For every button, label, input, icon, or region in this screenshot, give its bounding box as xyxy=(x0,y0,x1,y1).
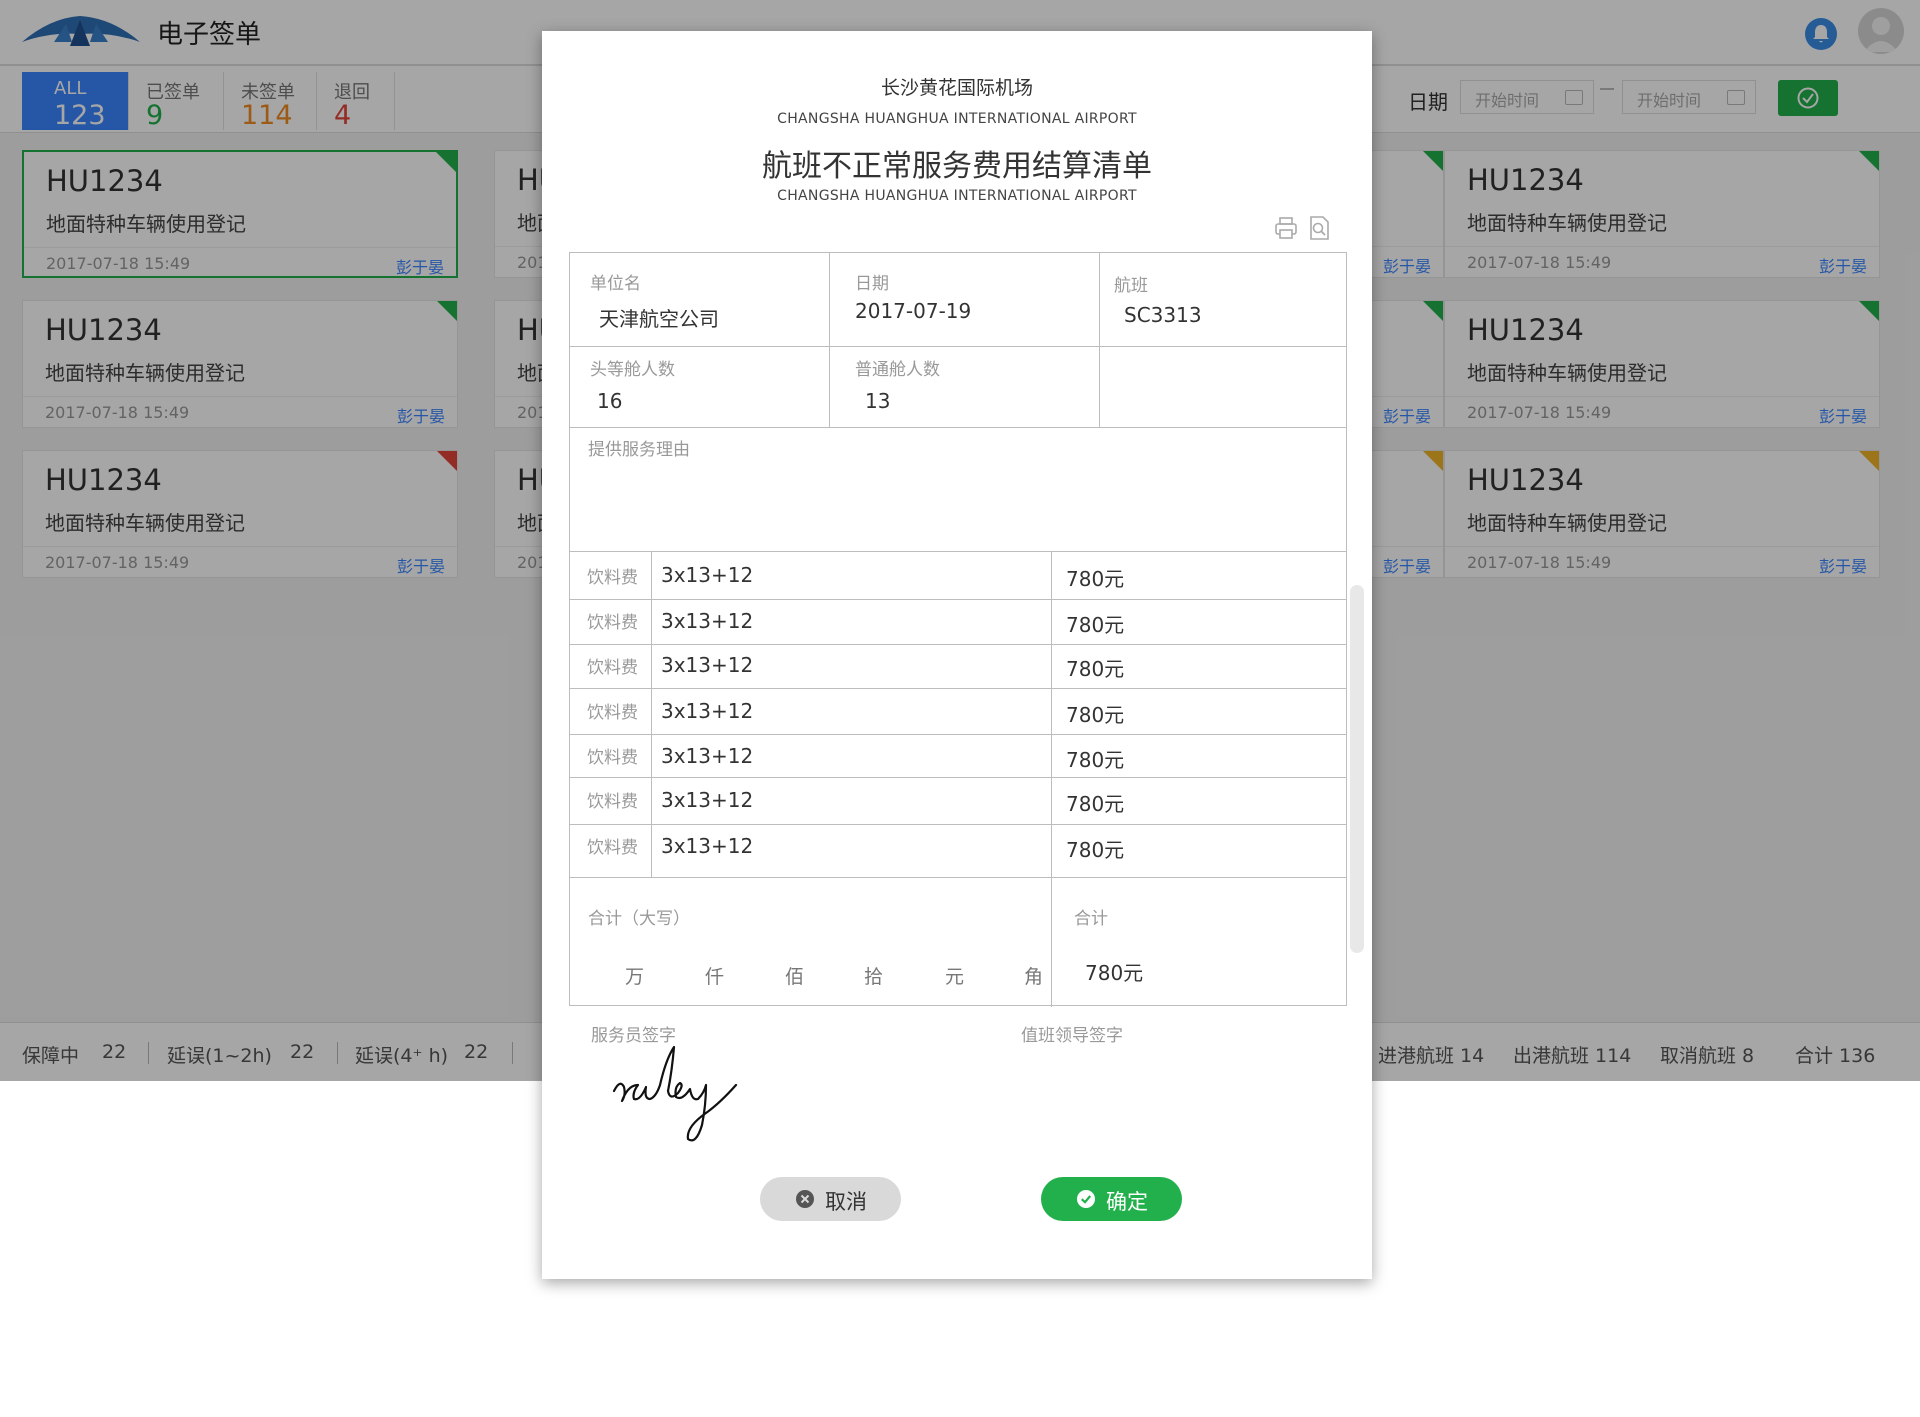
fee-amount: 780元 xyxy=(1066,748,1125,772)
document-title: 航班不正常服务费用结算清单 xyxy=(762,149,1152,184)
close-circle-icon xyxy=(796,1190,814,1208)
attendant-signature[interactable]: ruby xyxy=(610,1041,760,1151)
fee-formula: 3x13+12 xyxy=(661,788,754,812)
cancel-button[interactable]: 取消 xyxy=(760,1177,901,1221)
fee-label: 饮料费 xyxy=(587,792,638,812)
date-label: 日期 xyxy=(855,274,889,294)
fee-formula: 3x13+12 xyxy=(661,563,754,587)
fee-amount: 780元 xyxy=(1066,792,1125,816)
fee-formula: 3x13+12 xyxy=(661,699,754,723)
flight-value: SC3313 xyxy=(1124,303,1202,327)
total-label: 合计 xyxy=(1074,909,1108,929)
flight-label: 航班 xyxy=(1114,276,1148,296)
fee-amount: 780元 xyxy=(1066,657,1125,681)
confirm-label: 确定 xyxy=(1106,1190,1148,1214)
fee-formula: 3x13+12 xyxy=(661,834,754,858)
settlement-form-table: 单位名 天津航空公司 日期 2017-07-19 航班 SC3313 头等舱人数… xyxy=(569,252,1347,1007)
unit-shi: 拾 xyxy=(864,966,884,988)
preview-icon[interactable] xyxy=(1306,215,1332,241)
modal-scrollbar[interactable] xyxy=(1350,585,1364,953)
airport-name-cn: 长沙黄花国际机场 xyxy=(880,77,1033,99)
fee-label: 饮料费 xyxy=(587,748,638,768)
total-value: 780元 xyxy=(1085,961,1144,985)
fee-amount: 780元 xyxy=(1066,703,1125,727)
fee-label: 饮料费 xyxy=(587,613,638,633)
company-value: 天津航空公司 xyxy=(599,307,719,331)
fee-label: 饮料费 xyxy=(587,658,638,678)
unit-bai: 佰 xyxy=(785,966,805,988)
unit-jiao: 角 xyxy=(1024,966,1044,988)
economy-value: 13 xyxy=(865,389,891,413)
fee-amount: 780元 xyxy=(1066,567,1125,591)
fee-label: 饮料费 xyxy=(587,568,638,588)
unit-qian: 仟 xyxy=(705,966,725,988)
document-subtitle: CHANGSHA HUANGHUA INTERNATIONAL AIRPORT xyxy=(777,188,1137,204)
unit-wan: 万 xyxy=(625,966,645,988)
total-caps-label: 合计（大写） xyxy=(588,909,690,929)
settlement-form-modal: 长沙黄花国际机场 CHANGSHA HUANGHUA INTERNATIONAL… xyxy=(542,31,1372,1279)
print-icon[interactable] xyxy=(1273,215,1299,241)
fee-label: 饮料费 xyxy=(587,838,638,858)
first-class-value: 16 xyxy=(597,389,623,413)
confirm-button[interactable]: 确定 xyxy=(1041,1177,1182,1221)
check-circle-icon xyxy=(1077,1190,1095,1208)
service-reason-label: 提供服务理由 xyxy=(588,440,690,460)
airport-name-en: CHANGSHA HUANGHUA INTERNATIONAL AIRPORT xyxy=(777,111,1137,127)
fee-formula: 3x13+12 xyxy=(661,609,754,633)
fee-amount: 780元 xyxy=(1066,838,1125,862)
fee-label: 饮料费 xyxy=(587,703,638,723)
first-class-label: 头等舱人数 xyxy=(590,360,675,380)
leader-signature-label: 值班领导签字 xyxy=(1021,1026,1123,1046)
cancel-label: 取消 xyxy=(825,1190,867,1214)
fee-amount: 780元 xyxy=(1066,613,1125,637)
unit-yuan: 元 xyxy=(945,966,965,988)
economy-label: 普通舱人数 xyxy=(855,360,940,380)
fee-formula: 3x13+12 xyxy=(661,744,754,768)
company-label: 单位名 xyxy=(590,274,641,294)
date-value: 2017-07-19 xyxy=(855,299,972,323)
fee-formula: 3x13+12 xyxy=(661,653,754,677)
